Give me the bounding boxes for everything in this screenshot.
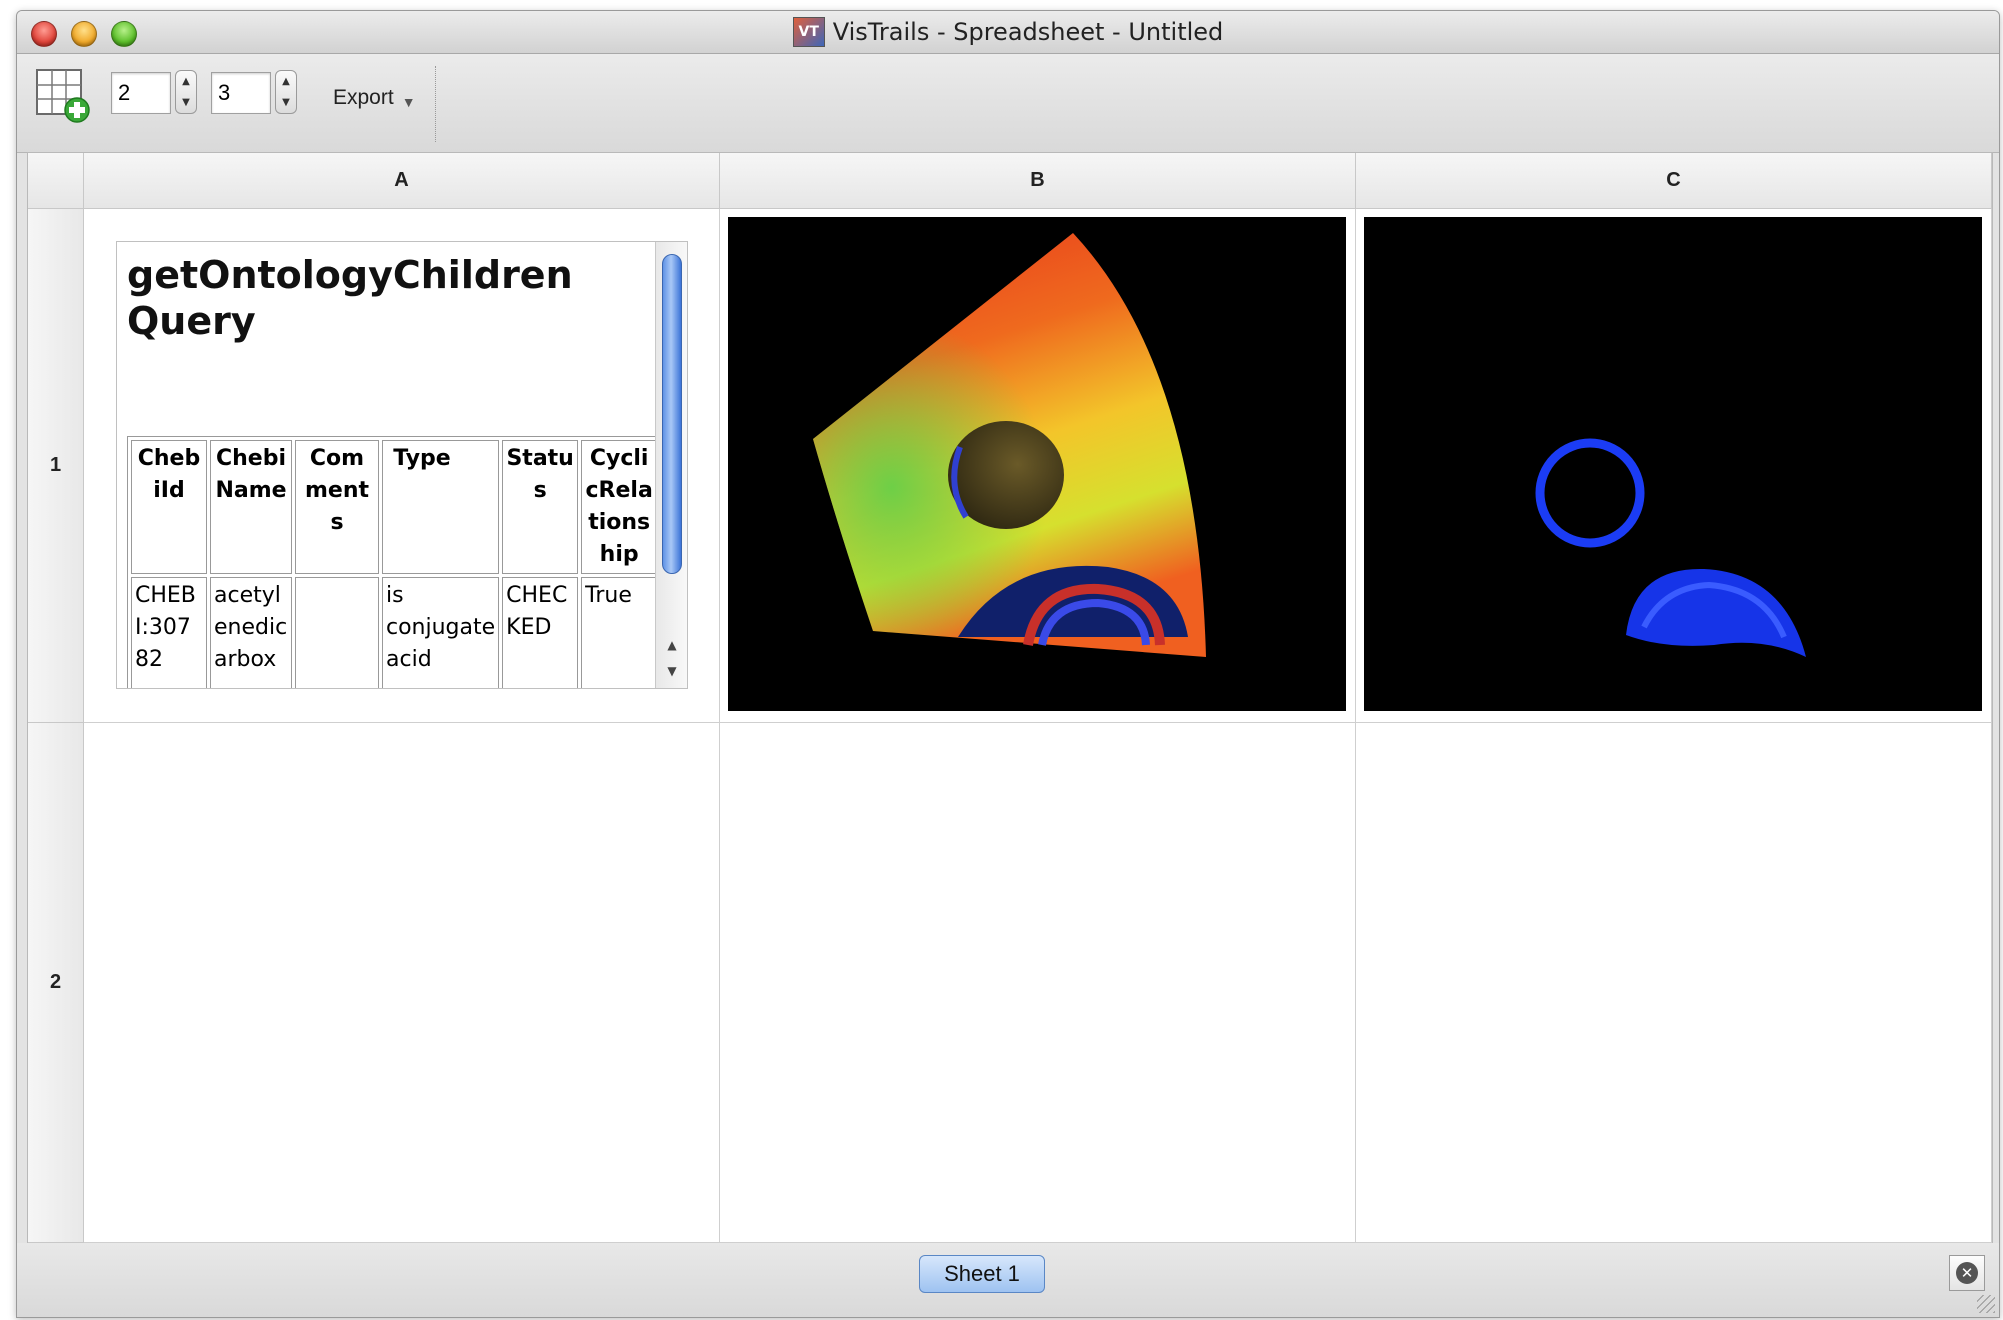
cell-chebi-id: CHEBI:30782 <box>135 583 196 672</box>
row-header-2[interactable]: 2 <box>28 723 84 1243</box>
column-header-c[interactable]: C <box>1356 153 1992 209</box>
cell-c1[interactable] <box>1356 209 1992 723</box>
vertical-scrollbar[interactable]: ▲ ▼ <box>655 242 687 688</box>
grid-corner[interactable] <box>28 153 84 209</box>
html-content: getOntologyChildren Query ChebiId ChebiN… <box>117 242 655 688</box>
header-type: Type <box>393 446 451 471</box>
scroll-up-icon[interactable]: ▲ <box>656 632 687 658</box>
table-cell: CHEBI:30782 <box>131 577 207 688</box>
table-header-row: ChebiId ChebiName Comments Type Status C… <box>131 440 655 574</box>
sheet-tab-bar: Sheet 1 ✕ <box>17 1243 1999 1317</box>
table-header: ChebiId <box>131 440 207 574</box>
header-chebi-id: ChebiId <box>137 446 201 503</box>
close-sheet-button[interactable]: ✕ <box>1949 1255 1985 1291</box>
table-header: Comments <box>295 440 379 574</box>
table-cell: True <box>581 577 655 688</box>
rows-stepper[interactable]: ▲ ▼ <box>175 70 197 114</box>
add-grid-icon[interactable] <box>35 68 91 124</box>
cols-count-input[interactable]: 3 <box>211 72 271 114</box>
toolbar: 2 ▲ ▼ 3 ▲ ▼ Export ▼ <box>17 54 1999 153</box>
spreadsheet-grid: A B C 1 2 getOntologyChildren Query Cheb… <box>27 152 1993 1244</box>
cell-cyclic-relationship: True <box>585 583 632 608</box>
query-title: getOntologyChildren Query <box>127 253 573 343</box>
isosurface-render-view[interactable] <box>1364 217 1982 711</box>
cell-b1[interactable] <box>720 209 1356 723</box>
stepper-down-icon[interactable]: ▼ <box>282 97 290 108</box>
header-cyclic-relationship: CyclicRelationship <box>585 446 653 567</box>
dropdown-arrow-icon: ▼ <box>401 94 416 110</box>
scrollbar-thumb[interactable] <box>662 254 682 574</box>
iso-ring <box>1535 438 1645 548</box>
table-cell: CHECKED <box>502 577 579 688</box>
cell-c2[interactable] <box>1356 723 1992 1243</box>
cell-type: is conjugate acid <box>386 583 496 672</box>
window-title: VisTrails - Spreadsheet - Untitled <box>832 18 1224 46</box>
cols-stepper[interactable]: ▲ ▼ <box>275 70 297 114</box>
table-cell: acetylenedicarboxylate(1 <box>210 577 292 688</box>
export-label: Export <box>333 86 394 109</box>
html-result-view[interactable]: getOntologyChildren Query ChebiId ChebiN… <box>116 241 688 689</box>
table-header: CyclicRelationship <box>581 440 655 574</box>
result-table: ChebiId ChebiName Comments Type Status C… <box>127 436 655 688</box>
table-header: Status <box>502 440 579 574</box>
close-sheet-icon: ✕ <box>1956 1262 1978 1284</box>
stepper-up-icon[interactable]: ▲ <box>282 76 290 87</box>
vistrails-app-icon: VT <box>792 17 825 47</box>
toolbar-separator <box>435 66 437 142</box>
cell-a1[interactable]: getOntologyChildren Query ChebiId ChebiN… <box>84 209 720 723</box>
export-button[interactable]: Export ▼ <box>333 86 416 110</box>
table-header: ChebiName <box>210 440 292 574</box>
header-status: Status <box>506 446 574 503</box>
spreadsheet-window: VT VisTrails - Spreadsheet - Untitled 2 … <box>16 10 2000 1318</box>
stepper-down-icon[interactable]: ▼ <box>182 97 190 108</box>
cell-b2[interactable] <box>720 723 1356 1243</box>
scroll-down-icon[interactable]: ▼ <box>656 658 687 684</box>
cell-chebi-name: acetylenedicarboxylate(1 <box>214 583 288 680</box>
rows-count-input[interactable]: 2 <box>111 72 171 114</box>
table-cell: is conjugate acid <box>382 577 500 688</box>
row-header-1[interactable]: 1 <box>28 209 84 723</box>
header-chebi-name: ChebiName <box>215 446 287 503</box>
title-bar[interactable]: VT VisTrails - Spreadsheet - Untitled <box>17 11 1999 54</box>
tab-sheet-1[interactable]: Sheet 1 <box>919 1255 1045 1293</box>
column-header-a[interactable]: A <box>84 153 720 209</box>
cell-a2[interactable] <box>84 723 720 1243</box>
table-cell <box>295 577 379 688</box>
table-header: Type <box>382 440 500 574</box>
resize-grip[interactable] <box>1977 1295 1995 1313</box>
column-header-b[interactable]: B <box>720 153 1356 209</box>
cell-status: CHECKED <box>506 583 568 640</box>
header-comments: Comments <box>304 446 370 535</box>
title-wrap: VT VisTrails - Spreadsheet - Untitled <box>17 11 1999 53</box>
table-row: CHEBI:30782 acetylenedicarboxylate(1 is … <box>131 577 655 688</box>
wedge-render-view[interactable] <box>728 217 1346 711</box>
stepper-up-icon[interactable]: ▲ <box>182 76 190 87</box>
